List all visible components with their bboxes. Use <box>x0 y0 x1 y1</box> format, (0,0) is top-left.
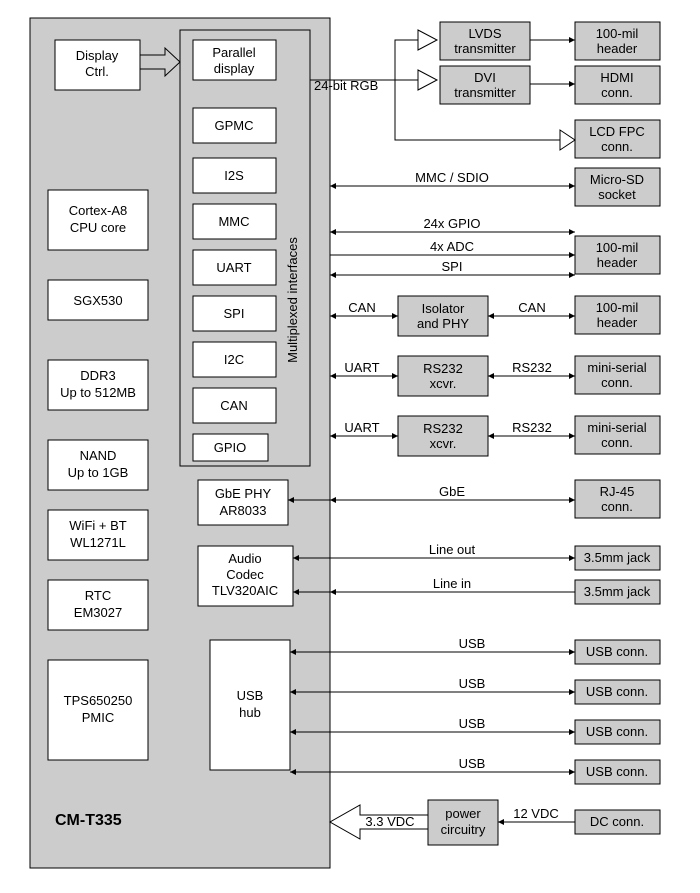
svg-text:USB conn.: USB conn. <box>586 724 648 739</box>
svg-text:Isolatorand PHY: Isolatorand PHY <box>417 301 469 331</box>
mux-i2c: I2C <box>193 342 276 377</box>
nand: NANDUp to 1GB <box>48 440 148 490</box>
conn-lvds-header: 100-milheader <box>575 22 660 60</box>
label-can-2: CAN <box>518 300 545 315</box>
svg-text:GPMC: GPMC <box>215 118 254 133</box>
conn-microsd: Micro-SDsocket <box>575 168 660 206</box>
svg-text:100-milheader: 100-milheader <box>596 26 639 56</box>
label-usb-4: USB <box>459 756 486 771</box>
label-rs232-2: RS232 <box>512 420 552 435</box>
label-rs232-1: RS232 <box>512 360 552 375</box>
display-ctrl: DisplayCtrl. <box>55 40 140 90</box>
cpu-core: Cortex-A8CPU core <box>48 190 148 250</box>
svg-text:I2C: I2C <box>224 352 244 367</box>
svg-text:HDMIconn.: HDMIconn. <box>600 70 633 100</box>
isolator-phy: Isolatorand PHY <box>398 296 488 336</box>
lvds-tx: LVDStransmitter <box>440 22 530 60</box>
svg-text:powercircuitry: powercircuitry <box>441 806 486 837</box>
ddr: DDR3Up to 512MB <box>48 360 148 410</box>
svg-text:3.5mm jack: 3.5mm jack <box>584 584 651 599</box>
label-can-1: CAN <box>348 300 375 315</box>
svg-text:3.5mm jack: 3.5mm jack <box>584 550 651 565</box>
mux-gpio: GPIO <box>193 434 268 461</box>
power-circuitry: powercircuitry <box>428 800 498 845</box>
wifi: WiFi + BTWL1271L <box>48 510 148 560</box>
label-usb-3: USB <box>459 716 486 731</box>
conn-usb4: USB conn. <box>575 760 660 784</box>
conn-can-header: 100-milheader <box>575 296 660 334</box>
label-uart-2: UART <box>344 420 379 435</box>
conn-jack1: 3.5mm jack <box>575 546 660 570</box>
svg-text:GPIO: GPIO <box>214 440 247 455</box>
dvi-tx: DVItransmitter <box>440 66 530 104</box>
conn-miniser1: mini-serialconn. <box>575 356 660 394</box>
conn-miniser2: mini-serialconn. <box>575 416 660 454</box>
usb-hub: USBhub <box>210 640 290 770</box>
svg-text:UART: UART <box>216 260 251 275</box>
svg-text:MMC: MMC <box>218 214 249 229</box>
label-lineout: Line out <box>429 542 476 557</box>
label-uart-1: UART <box>344 360 379 375</box>
conn-rj45: RJ-45conn. <box>575 480 660 518</box>
rtc: RTCEM3027 <box>48 580 148 630</box>
mux-spi: SPI <box>193 296 276 331</box>
svg-text:USB conn.: USB conn. <box>586 684 648 699</box>
conn-jack2: 3.5mm jack <box>575 580 660 604</box>
label-4x-adc: 4x ADC <box>430 239 474 254</box>
svg-text:USB conn.: USB conn. <box>586 644 648 659</box>
conn-gpio-header: 100-milheader <box>575 236 660 274</box>
label-gbe: GbE <box>439 484 465 499</box>
mux-mmc: MMC <box>193 204 276 239</box>
mux-label: Multiplexed interfaces <box>285 237 300 363</box>
pmic: TPS650250PMIC <box>48 660 148 760</box>
conn-usb3: USB conn. <box>575 720 660 744</box>
rs232-xcvr-1: RS232xcvr. <box>398 356 488 396</box>
svg-text:Paralleldisplay: Paralleldisplay <box>212 45 255 76</box>
label-24x-gpio: 24x GPIO <box>423 216 480 231</box>
audio-codec: AudioCodecTLV320AIC <box>198 546 293 606</box>
conn-usb2: USB conn. <box>575 680 660 704</box>
gpu: SGX530 <box>48 280 148 320</box>
module-name: CM-T335 <box>55 812 122 829</box>
label-linein: Line in <box>433 576 471 591</box>
label-spi: SPI <box>442 259 463 274</box>
mux-gpmc: GPMC <box>193 108 276 143</box>
svg-text:100-milheader: 100-milheader <box>596 300 639 330</box>
mux-parallel-display: Paralleldisplay <box>193 40 276 80</box>
svg-text:100-milheader: 100-milheader <box>596 240 639 270</box>
mux-uart: UART <box>193 250 276 285</box>
rs232-xcvr-2: RS232xcvr. <box>398 416 488 456</box>
label-usb-2: USB <box>459 676 486 691</box>
svg-text:CAN: CAN <box>220 398 247 413</box>
conn-dc: DC conn. <box>575 810 660 834</box>
svg-text:I2S: I2S <box>224 168 244 183</box>
svg-text:USB conn.: USB conn. <box>586 764 648 779</box>
svg-text:RJ-45conn.: RJ-45conn. <box>600 484 635 514</box>
mux-i2s: I2S <box>193 158 276 193</box>
label-mmc-sdio: MMC / SDIO <box>415 170 489 185</box>
mux-can: CAN <box>193 388 276 423</box>
svg-text:SGX530: SGX530 <box>73 293 122 308</box>
svg-text:SPI: SPI <box>224 306 245 321</box>
conn-lcd-fpc: LCD FPCconn. <box>575 120 660 158</box>
svg-text:DC conn.: DC conn. <box>590 814 644 829</box>
label-33vdc: 3.3 VDC <box>365 814 414 829</box>
conn-usb1: USB conn. <box>575 640 660 664</box>
conn-hdmi: HDMIconn. <box>575 66 660 104</box>
label-12vdc: 12 VDC <box>513 806 559 821</box>
label-usb-1: USB <box>459 636 486 651</box>
gbe-phy: GbE PHYAR8033 <box>198 480 288 525</box>
